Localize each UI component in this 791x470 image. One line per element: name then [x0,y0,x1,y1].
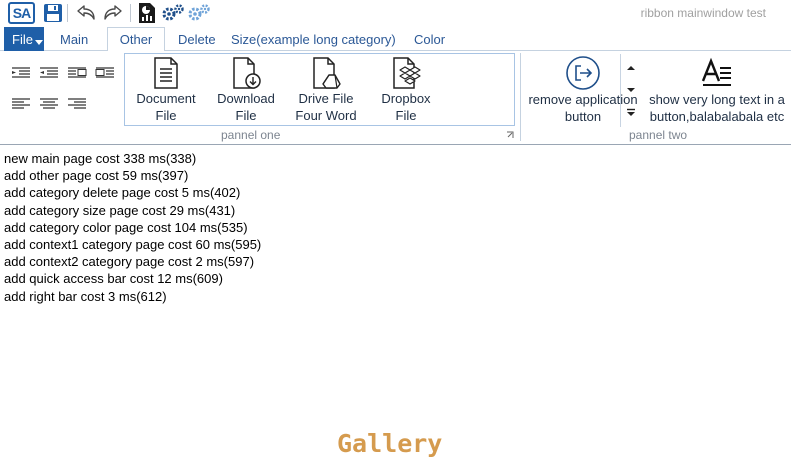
document-file-label-1: Document [136,91,196,106]
remove-application-button[interactable]: remove application button [523,53,643,125]
tab-other[interactable]: Other [107,27,165,52]
panel-divider [520,53,521,141]
log-output: new main page cost 338 ms(338) add other… [4,150,261,305]
drive-file-icon [313,57,341,89]
redo-icon[interactable] [100,2,126,24]
download-file-icon [233,57,261,89]
long-text-label-1: show very long text in a [649,92,785,107]
text-format-icon [701,57,731,86]
log-line: add context2 category page cost 2 ms(597… [4,254,255,270]
align-left-icon[interactable] [10,95,32,113]
log-line: add quick access bar cost 12 ms(609) [4,271,223,287]
document-chart-icon[interactable] [136,2,158,24]
panel-launcher-icon[interactable] [504,129,516,141]
gallery-label: Gallery [337,429,443,458]
drive-file-label-1: Drive File [298,91,354,106]
log-line: add category size page cost 29 ms(431) [4,202,236,218]
gears-icon[interactable] [161,2,185,24]
app-logo: SA [8,2,35,24]
document-file-label-2: File [155,108,177,123]
remove-application-label-2: button [564,109,602,124]
dropbox-file-label-2: File [395,108,417,123]
settings-icon[interactable] [187,2,211,24]
ribbon-tab-bar: File Main Other Delete Size(example long… [0,27,791,52]
log-line: add context1 category page cost 60 ms(59… [4,237,262,253]
wrap-image-right-icon[interactable] [94,64,116,82]
download-file-label-1: Download [217,91,275,106]
dropbox-file-label-1: Dropbox [381,91,431,106]
save-icon[interactable] [42,2,64,24]
tab-color[interactable]: Color [414,27,445,51]
file-button[interactable]: File [4,27,44,51]
tab-delete[interactable]: Delete [178,27,216,51]
align-indent-icon[interactable] [10,64,32,82]
document-file-button[interactable]: Document File [131,54,201,126]
drive-file-label-2: Four Word [295,108,357,123]
long-text-button[interactable]: show very long text in a button,balabala… [645,53,789,125]
toolbar-separator [66,2,68,24]
download-file-button[interactable]: Download File [211,54,281,126]
align-right-icon[interactable] [66,95,88,113]
undo-icon[interactable] [73,2,99,24]
drive-file-button[interactable]: Drive File Four Word [291,54,361,126]
dropbox-file-button[interactable]: Dropbox File [371,54,441,126]
log-line: add category color page cost 104 ms(535) [4,219,248,235]
log-line: add category delete page cost 5 ms(402) [4,185,241,201]
download-file-label-2: File [235,108,257,123]
exit-icon [566,56,600,90]
file-button-label: File [12,31,33,47]
tab-size[interactable]: Size(example long category) [231,27,396,51]
document-icon [154,57,178,89]
panel-two-label: pannel two [629,128,688,142]
dropbox-icon [393,57,421,89]
window-title: ribbon mainwindow test [640,6,766,20]
align-outdent-icon[interactable] [38,64,60,82]
panel-one-label: pannel one [221,128,281,142]
ribbon-panel-area: Document File Download File Drive File F… [0,51,791,145]
chevron-down-icon [34,40,43,45]
toolbar-separator [129,2,131,24]
wrap-image-left-icon[interactable] [66,64,88,82]
log-line: add other page cost 59 ms(397) [4,168,189,184]
long-text-label-2: button,balabalabala etc [649,109,785,124]
remove-application-label-1: remove application [528,92,638,107]
log-line: new main page cost 338 ms(338) [4,151,197,166]
align-center-icon[interactable] [38,95,60,113]
tab-main[interactable]: Main [60,27,88,51]
title-bar: SA ribbon mainwindow test [0,0,791,27]
large-button-gallery: Document File Download File Drive File F… [124,53,635,127]
log-line: add right bar cost 3 ms(612) [4,288,167,304]
